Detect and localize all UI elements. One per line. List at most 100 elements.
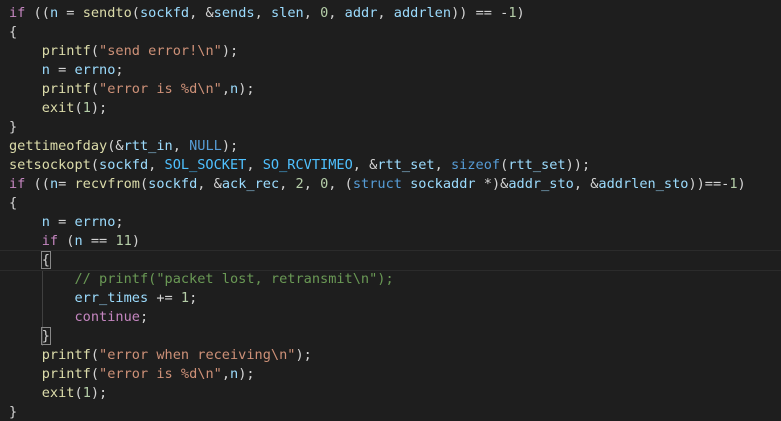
code-token: rtt_set — [377, 157, 435, 173]
code-token: )) == - — [451, 5, 509, 21]
code-token: ; — [189, 290, 198, 306]
code-token: (( — [25, 176, 50, 192]
code-token: gettimeofday — [9, 138, 108, 154]
code-token: ( — [58, 233, 75, 249]
code-line[interactable]: printf("error when receiving\n"); — [9, 346, 781, 365]
code-line[interactable]: } — [9, 327, 781, 346]
code-token: n — [230, 366, 239, 382]
code-token: ( — [74, 100, 83, 116]
code-token: ); — [90, 385, 108, 401]
code-token: n — [74, 233, 83, 249]
code-line[interactable]: n = errno; — [9, 213, 781, 232]
code-token: "error when receiving\n" — [99, 347, 296, 363]
code-token: ( — [139, 176, 149, 192]
code-token: errno — [74, 62, 116, 78]
code-token: printf — [41, 347, 91, 363]
code-token: 1 — [729, 176, 738, 192]
code-token: , & — [197, 176, 222, 192]
code-token: ); — [295, 347, 312, 363]
code-line[interactable]: gettimeofday(&rtt_in, NULL); — [9, 137, 781, 156]
code-token: ( — [90, 347, 100, 363]
code-token: , — [434, 157, 451, 173]
code-token: addrlen — [393, 5, 452, 21]
code-line[interactable]: // printf("packet lost, retransmit\n"); — [9, 270, 781, 289]
code-line[interactable]: printf("error is %d\n",n); — [9, 80, 781, 99]
code-token: if — [9, 5, 26, 21]
code-token: addrlen_sto — [598, 176, 689, 192]
code-token: ; — [139, 309, 149, 325]
code-token: sockfd — [139, 5, 190, 21]
code-token: setsockopt — [9, 157, 91, 173]
code-line[interactable]: err_times += 1; — [9, 289, 781, 308]
code-line[interactable]: printf("send error!\n"); — [9, 42, 781, 61]
code-token: , — [303, 176, 321, 192]
code-token: = — [58, 176, 75, 192]
code-line[interactable]: printf("error is %d\n",n); — [9, 365, 781, 384]
code-token: if — [41, 233, 59, 249]
code-line[interactable]: setsockopt(sockfd, SOL_SOCKET, SO_RCVTIM… — [9, 156, 781, 175]
code-token: printf — [41, 366, 91, 382]
code-line[interactable]: continue; — [9, 308, 781, 327]
code-token: { — [9, 195, 18, 211]
code-line[interactable]: { — [0, 250, 781, 271]
code-token: , — [328, 5, 345, 21]
code-token: )); — [565, 157, 591, 173]
code-line[interactable]: if ((n= recvfrom(sockfd, &ack_rec, 2, 0,… — [9, 175, 781, 194]
code-token: ; — [115, 214, 124, 230]
code-token: "error is %d\n" — [99, 81, 222, 97]
code-token: } — [9, 404, 18, 420]
code-token: n — [49, 5, 59, 21]
code-token: NULL — [189, 138, 222, 154]
code-line[interactable]: if (n == 11) — [9, 232, 781, 251]
code-token: sockfd — [148, 176, 198, 192]
code-token: ); — [221, 138, 239, 154]
code-token: == — [82, 233, 116, 249]
code-token: addr_sto — [508, 176, 574, 192]
code-line[interactable]: { — [9, 23, 781, 42]
code-token: 2 — [295, 176, 304, 192]
code-line[interactable]: } — [9, 118, 781, 137]
code-line[interactable]: exit(1); — [9, 384, 781, 403]
code-token: ) — [737, 176, 746, 192]
code-token: (( — [25, 5, 50, 21]
code-area[interactable]: if ((n = sendto(sockfd, &sends, slen, 0,… — [0, 4, 781, 421]
code-token: slen — [270, 5, 304, 21]
code-token: sockfd — [99, 157, 149, 173]
code-token: recvfrom — [74, 176, 140, 192]
code-token: 11 — [115, 233, 132, 249]
code-token: 1 — [180, 290, 190, 306]
code-token: errno — [74, 214, 116, 230]
code-token: } — [9, 119, 18, 135]
code-token: { — [9, 24, 18, 40]
code-token: , & — [352, 157, 378, 173]
code-editor[interactable]: if ((n = sendto(sockfd, &sends, slen, 0,… — [0, 0, 781, 421]
code-line[interactable]: n = errno; — [9, 61, 781, 80]
code-token: sockaddr — [410, 176, 476, 192]
code-token: ) — [516, 5, 525, 21]
code-line[interactable]: } — [9, 403, 781, 421]
code-line[interactable]: { — [9, 194, 781, 213]
code-token: // printf("packet lost, retransmit\n"); — [74, 271, 394, 287]
code-token: n — [41, 214, 50, 230]
code-token: "error is %d\n" — [99, 366, 222, 382]
code-token: rtt_in — [123, 138, 173, 154]
code-token: ); — [90, 100, 108, 116]
code-token: , — [279, 176, 296, 192]
code-token: struct — [352, 176, 402, 192]
code-token: n — [230, 81, 239, 97]
code-token: , & — [189, 5, 214, 21]
code-line[interactable]: if ((n = sendto(sockfd, &sends, slen, 0,… — [9, 4, 781, 23]
code-token: if — [9, 176, 26, 192]
code-token: ( — [131, 5, 140, 21]
code-token: = — [49, 62, 75, 78]
code-token: rtt_set — [508, 157, 566, 173]
code-line[interactable]: exit(1); — [9, 99, 781, 118]
code-token: 1 — [82, 100, 91, 116]
